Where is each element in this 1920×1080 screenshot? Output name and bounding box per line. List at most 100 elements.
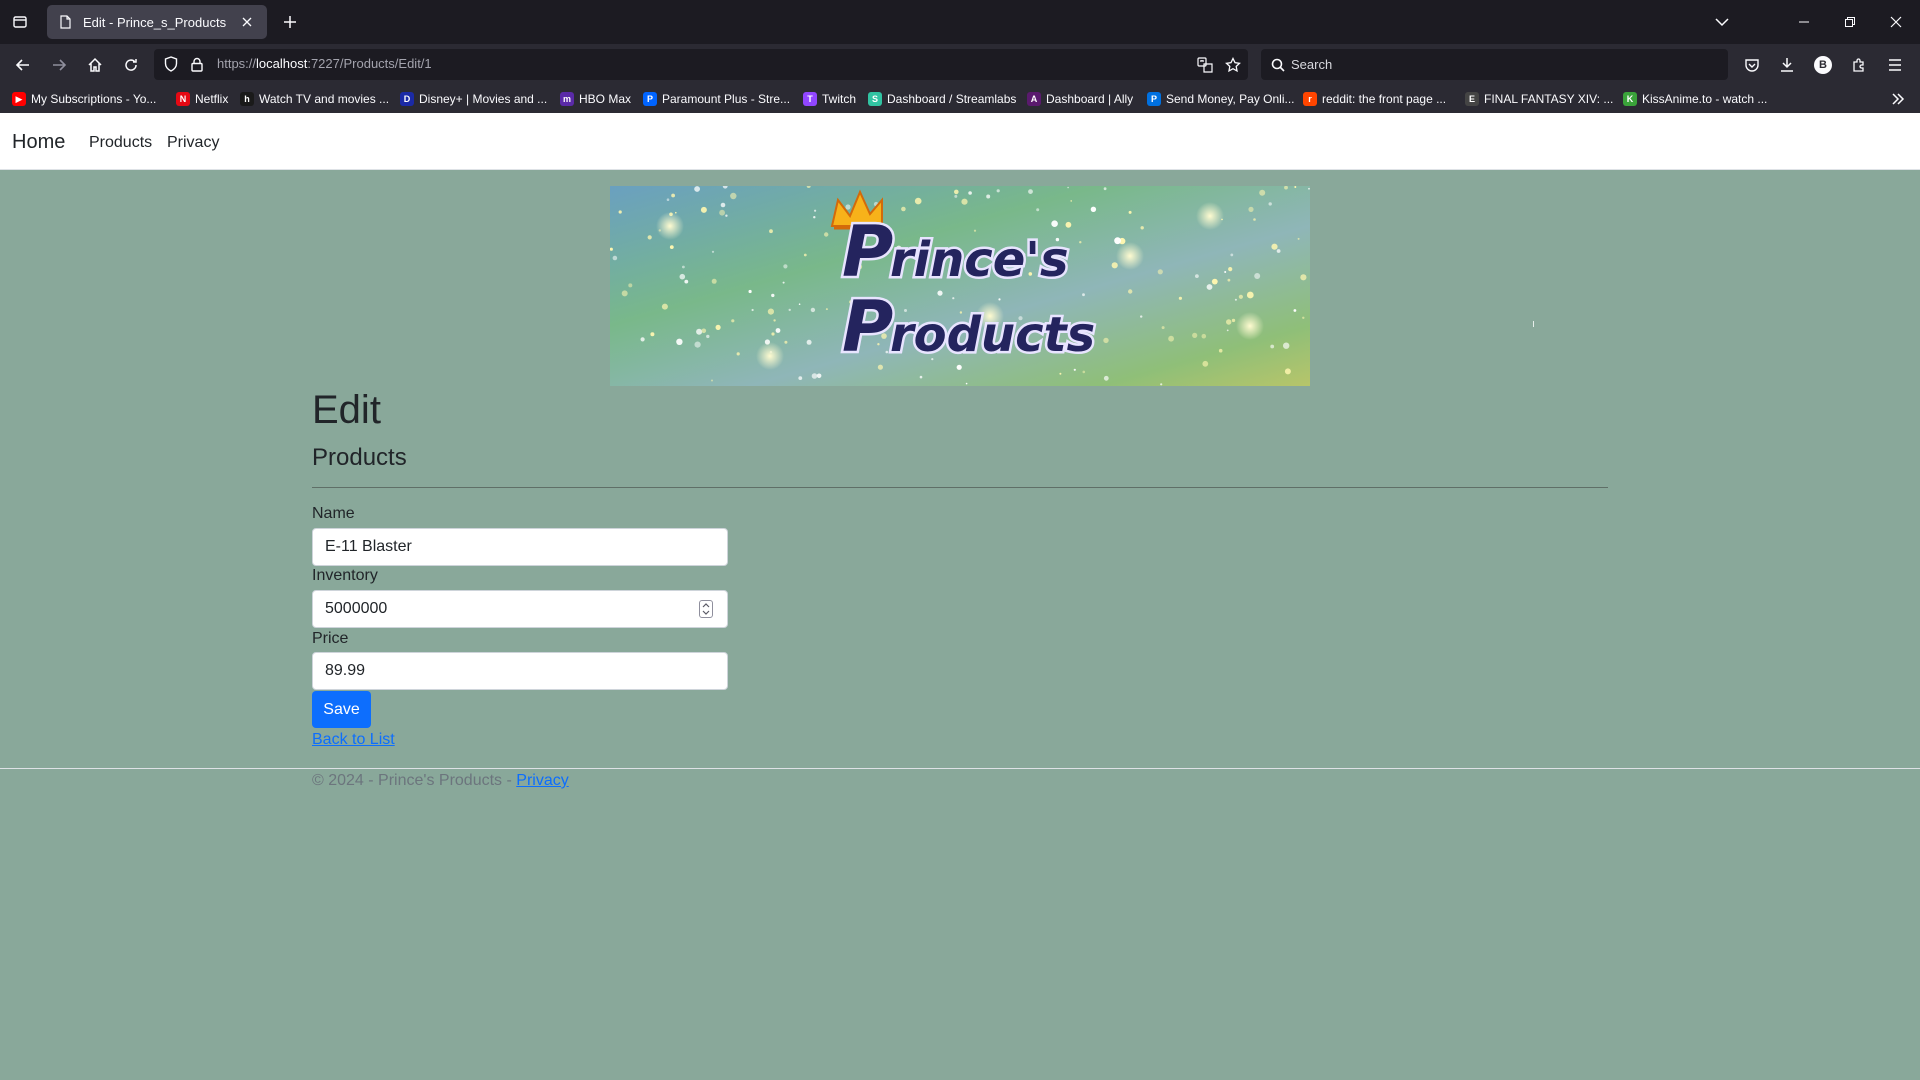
- close-window-icon[interactable]: [1882, 8, 1910, 36]
- page-title: Edit: [312, 388, 381, 432]
- bookmark-item[interactable]: N Netflix: [176, 90, 228, 108]
- avatar: B: [1814, 56, 1832, 74]
- account-avatar[interactable]: B: [1810, 52, 1836, 78]
- address-bar[interactable]: https://localhost:7227/Products/Edit/1: [154, 49, 1248, 80]
- forward-arrow-icon[interactable]: [46, 52, 72, 78]
- name-field-wrapper: [312, 528, 728, 566]
- save-button[interactable]: Save: [312, 691, 371, 728]
- footer: © 2024 - Prince's Products - Privacy: [312, 772, 569, 790]
- translate-icon[interactable]: [1195, 55, 1215, 75]
- extensions-icon[interactable]: [1846, 52, 1872, 78]
- number-spinner-icon[interactable]: [699, 600, 713, 618]
- streamlabs-icon: S: [868, 92, 882, 106]
- bookmark-item[interactable]: h Watch TV and movies ...: [240, 90, 389, 108]
- bookmark-item[interactable]: ▶ My Subscriptions - Yo...: [12, 90, 156, 108]
- list-all-tabs-icon[interactable]: [1710, 10, 1734, 34]
- bookmark-item[interactable]: K KissAnime.to - watch ...: [1623, 90, 1767, 108]
- bookmark-label: Paramount Plus - Stre...: [662, 92, 791, 106]
- bookmark-item[interactable]: T Twitch: [803, 90, 856, 108]
- browser-toolbar: https://localhost:7227/Products/Edit/1 B: [0, 44, 1920, 85]
- twitch-icon: T: [803, 92, 817, 106]
- nav-link-products[interactable]: Products: [89, 134, 152, 152]
- downloads-icon[interactable]: [1774, 52, 1800, 78]
- bookmark-label: Netflix: [195, 92, 229, 106]
- search-bar[interactable]: [1261, 49, 1728, 80]
- bookmark-star-icon[interactable]: [1223, 55, 1243, 75]
- navbar-brand[interactable]: Home: [12, 131, 65, 154]
- bookmark-item[interactable]: P Paramount Plus - Stre...: [643, 90, 790, 108]
- inventory-field[interactable]: [313, 591, 727, 627]
- url-text: https://localhost:7227/Products/Edit/1: [217, 56, 432, 71]
- bookmark-label: HBO Max: [579, 92, 632, 106]
- bookmark-label: Dashboard / Streamlabs: [887, 92, 1017, 106]
- name-field[interactable]: [313, 529, 727, 565]
- bookmark-item[interactable]: r reddit: the front page ...: [1303, 90, 1446, 108]
- bookmark-label: Twitch: [822, 92, 857, 106]
- close-tab-icon[interactable]: [237, 12, 257, 32]
- page-subtitle: Products: [312, 444, 407, 471]
- home-icon[interactable]: [82, 52, 108, 78]
- footer-text: © 2024 - Prince's Products -: [312, 772, 517, 789]
- tracking-protection-icon[interactable]: [162, 55, 180, 73]
- paramount-icon: P: [643, 92, 657, 106]
- banner-initial-1: P: [842, 211, 893, 293]
- paypal-icon: P: [1147, 92, 1161, 106]
- price-field-wrapper: [312, 652, 728, 690]
- menu-icon[interactable]: [1882, 52, 1908, 78]
- site-navbar: Home Products Privacy: [0, 113, 1920, 170]
- banner-text-line2: roducts: [890, 307, 1095, 363]
- banner-initial-2: P: [842, 286, 893, 368]
- bookmark-label: My Subscriptions - Yo...: [31, 92, 157, 106]
- divider: [312, 487, 1608, 488]
- bookmark-item[interactable]: D Disney+ | Movies and ...: [400, 90, 547, 108]
- bookmark-item[interactable]: A Dashboard | Ally: [1027, 90, 1133, 108]
- reddit-icon: r: [1303, 92, 1317, 106]
- search-icon: [1269, 56, 1287, 74]
- bookmark-label: Watch TV and movies ...: [259, 92, 390, 106]
- bookmark-label: Dashboard | Ally: [1046, 92, 1134, 106]
- pocket-icon[interactable]: [1739, 52, 1765, 78]
- stray-mark: [1533, 321, 1534, 327]
- ally-icon: A: [1027, 92, 1041, 106]
- footer-privacy-link[interactable]: Privacy: [516, 772, 568, 789]
- reload-icon[interactable]: [118, 52, 144, 78]
- youtube-icon: ▶: [12, 92, 26, 106]
- disney-icon: D: [400, 92, 414, 106]
- bookmark-label: Send Money, Pay Onli...: [1166, 92, 1295, 106]
- lock-icon[interactable]: [188, 55, 206, 73]
- bookmarks-overflow-icon[interactable]: [1886, 89, 1910, 109]
- bookmark-label: Disney+ | Movies and ...: [419, 92, 548, 106]
- hbo-icon: m: [560, 92, 574, 106]
- bookmark-item[interactable]: P Send Money, Pay Onli...: [1147, 90, 1295, 108]
- price-label: Price: [312, 630, 349, 647]
- bookmark-item[interactable]: m HBO Max: [560, 90, 631, 108]
- nav-link-privacy[interactable]: Privacy: [167, 134, 219, 152]
- bookmark-label: FINAL FANTASY XIV: ...: [1484, 92, 1614, 106]
- bookmark-item[interactable]: E FINAL FANTASY XIV: ...: [1465, 90, 1613, 108]
- browser-tab-bar: Edit - Prince_s_Products: [0, 0, 1920, 44]
- footer-divider: [0, 768, 1920, 769]
- bookmark-item[interactable]: S Dashboard / Streamlabs: [868, 90, 1016, 108]
- back-to-list-link[interactable]: Back to List: [312, 731, 395, 749]
- search-input[interactable]: [1291, 53, 1711, 76]
- banner-text-line1: rince's: [890, 232, 1069, 288]
- browser-tab-active[interactable]: Edit - Prince_s_Products: [47, 5, 267, 39]
- back-arrow-icon[interactable]: [10, 52, 36, 78]
- minimize-icon[interactable]: [1790, 8, 1818, 36]
- tab-list-icon[interactable]: [8, 10, 32, 34]
- inventory-field-wrapper: [312, 590, 728, 628]
- page-icon: [57, 14, 73, 30]
- restore-icon[interactable]: [1836, 8, 1864, 36]
- price-field[interactable]: [313, 653, 727, 689]
- kissanime-icon: K: [1623, 92, 1637, 106]
- bookmark-label: KissAnime.to - watch ...: [1642, 92, 1768, 106]
- new-tab-icon[interactable]: [278, 10, 302, 34]
- name-label: Name: [312, 505, 355, 522]
- ffxiv-icon: E: [1465, 92, 1479, 106]
- netflix-icon: N: [176, 92, 190, 106]
- bookmark-label: reddit: the front page ...: [1322, 92, 1447, 106]
- hulu-icon: h: [240, 92, 254, 106]
- site-banner: P rince's P roducts: [610, 186, 1310, 386]
- bookmarks-toolbar: ▶ My Subscriptions - Yo... N Netflix h Watch …: [0, 85, 1920, 113]
- inventory-label: Inventory: [312, 567, 378, 584]
